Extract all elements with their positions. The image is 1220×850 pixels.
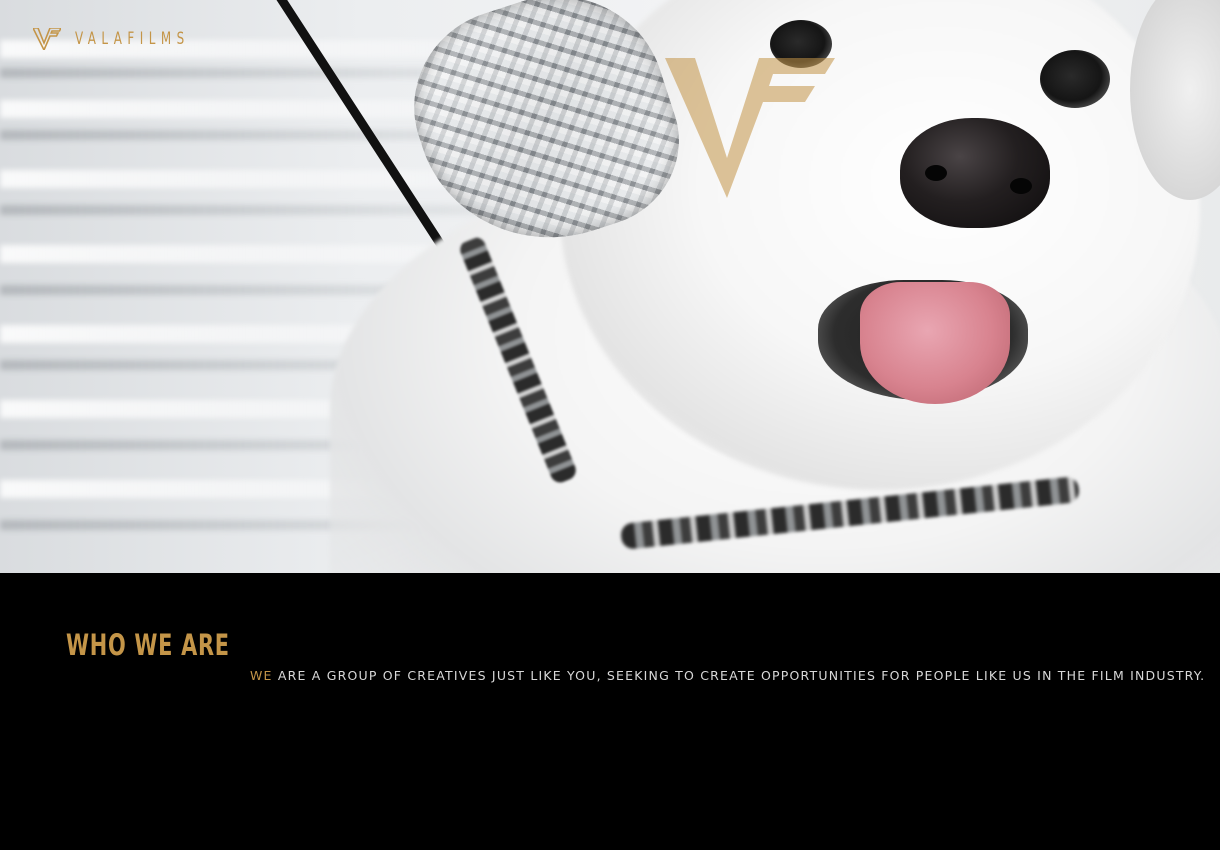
about-body-text: ARE A GROUP OF CREATIVES JUST LIKE YOU, … xyxy=(277,667,1206,683)
about-description: WE ARE A GROUP OF CREATIVES JUST LIKE YO… xyxy=(250,668,1205,683)
dog-tongue xyxy=(860,282,1010,404)
hero-image: VALAFILMS xyxy=(0,0,1220,573)
dog-nostril xyxy=(925,165,947,181)
vf-monogram-icon xyxy=(33,28,61,50)
brand-name: VALAFILMS xyxy=(75,29,190,49)
dog-eye xyxy=(1040,50,1110,108)
dog-nose xyxy=(900,118,1050,228)
section-title: WHO WE ARE xyxy=(66,628,230,663)
about-lead-word: WE xyxy=(250,667,273,683)
page: VALAFILMS WHO WE ARE WE ARE A GROUP OF C… xyxy=(0,0,1220,850)
vf-monogram-icon xyxy=(665,58,835,198)
brand-logo-link[interactable]: VALAFILMS xyxy=(33,28,222,50)
dog-nostril xyxy=(1010,178,1032,194)
